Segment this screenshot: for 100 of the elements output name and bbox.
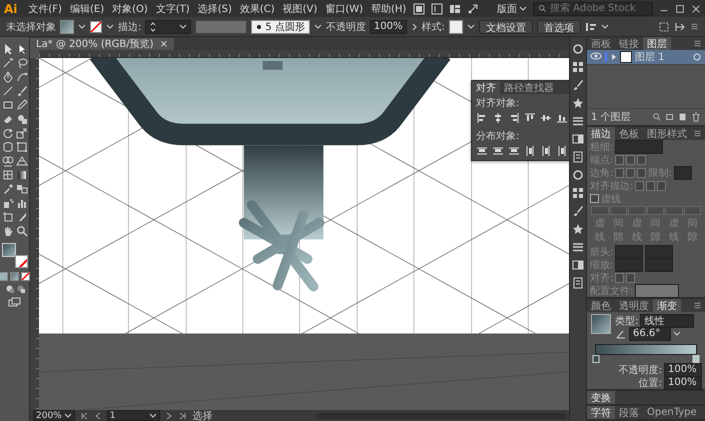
align-center-icon[interactable]: [492, 112, 504, 124]
angle-field[interactable]: 66.6°: [629, 326, 671, 340]
last-artboard-icon[interactable]: [178, 410, 188, 420]
align-top-icon[interactable]: [524, 112, 536, 124]
blend-icon[interactable]: [16, 183, 28, 195]
fill-color-swatch[interactable]: [2, 243, 16, 257]
pencil-icon[interactable]: [16, 99, 28, 111]
next-artboard-icon[interactable]: [164, 410, 174, 420]
panel-tab[interactable]: 段落: [615, 406, 643, 419]
fill-swatch[interactable]: [60, 20, 74, 34]
document-tab[interactable]: La* @ 200% (RGB/预览) ×: [30, 38, 174, 50]
tab-close-button[interactable]: ×: [160, 38, 168, 50]
panel-menu-icon[interactable]: [693, 39, 702, 48]
variable-width-field[interactable]: [195, 20, 248, 34]
panel-tab[interactable]: 图层: [643, 37, 671, 50]
rectangle-icon[interactable]: [2, 99, 14, 111]
distribute-left-icon[interactable]: [524, 145, 536, 157]
stroke-lines-icon[interactable]: [572, 115, 584, 127]
curve-pen-icon[interactable]: [16, 71, 28, 83]
style-swatch[interactable]: [448, 20, 463, 34]
isolate-icon[interactable]: [658, 20, 670, 32]
line-icon[interactable]: [2, 85, 14, 97]
artboard-field[interactable]: 1: [106, 410, 160, 421]
new-sublayer-icon[interactable]: [665, 112, 675, 122]
distribute-right-icon[interactable]: [556, 145, 568, 157]
search-field[interactable]: 搜索 Adobe Stock: [533, 2, 653, 16]
eyedropper-icon[interactable]: [2, 183, 14, 195]
transform-options-icon[interactable]: [674, 20, 686, 32]
previous-artboard-icon[interactable]: [92, 410, 103, 420]
first-artboard-icon[interactable]: [78, 410, 89, 420]
trash-icon[interactable]: [691, 112, 701, 122]
distribute-middle-icon[interactable]: [540, 145, 552, 157]
target-circle-icon[interactable]: [692, 52, 702, 62]
gradient-mode-swatch[interactable]: [10, 272, 19, 281]
panel-tab[interactable]: 渐变: [653, 299, 681, 312]
draw-normal-icon[interactable]: [4, 284, 14, 293]
perspective-grid-icon[interactable]: [16, 155, 28, 167]
zoom-field[interactable]: 200%: [33, 410, 75, 421]
panel-tab[interactable]: 变换: [587, 391, 615, 404]
align-right-icon[interactable]: [508, 112, 520, 124]
pen-icon[interactable]: [2, 71, 14, 83]
align-left-icon[interactable]: [476, 112, 488, 124]
bar-chart-icon[interactable]: [16, 197, 28, 209]
color-mode-swatch[interactable]: [0, 272, 8, 281]
draw-behind-icon[interactable]: [16, 284, 24, 293]
spray-icon[interactable]: [2, 197, 14, 209]
shape-builder-icon[interactable]: [2, 155, 14, 167]
warp-icon[interactable]: [2, 141, 14, 153]
panel-menu-icon[interactable]: [690, 22, 699, 31]
gradient-slider[interactable]: [595, 344, 697, 355]
gradient-swatch[interactable]: [591, 314, 611, 334]
panel-menu-icon[interactable]: [693, 301, 702, 310]
brush-icon[interactable]: [16, 85, 28, 97]
panel-tab[interactable]: OpenType: [643, 406, 701, 419]
expand-triangle-icon[interactable]: [610, 53, 617, 61]
panel-tab[interactable]: 画板: [587, 37, 615, 50]
free-transform-icon[interactable]: [16, 141, 28, 153]
menu-item[interactable]: 帮助(H): [370, 2, 408, 16]
eraser-icon[interactable]: [2, 113, 14, 125]
align-middle-icon[interactable]: [540, 112, 552, 124]
menu-item[interactable]: 效果(C): [238, 2, 276, 16]
align-options-icon[interactable]: [584, 20, 597, 32]
artboard-icon[interactable]: [2, 211, 14, 223]
distribute-center-icon[interactable]: [492, 145, 504, 157]
brush-dropdown[interactable]: 5 点圆形: [251, 20, 310, 34]
new-layer-icon[interactable]: [678, 112, 688, 122]
menu-item[interactable]: 文字(T): [154, 2, 191, 16]
menu-item[interactable]: 视图(V): [282, 2, 318, 16]
close-icon[interactable]: [691, 4, 701, 14]
gradient-type-dropdown[interactable]: 线性: [640, 314, 694, 328]
location-field[interactable]: 100%: [664, 376, 702, 390]
menu-item[interactable]: 窗口(W): [324, 2, 364, 16]
panel-tab[interactable]: 对齐: [472, 81, 500, 94]
mesh-icon[interactable]: [2, 169, 14, 181]
maximize-icon[interactable]: [675, 4, 685, 14]
distribute-top-icon[interactable]: [476, 145, 488, 157]
toolbar-button[interactable]: 文档设置: [478, 20, 533, 34]
brush-icon[interactable]: [572, 79, 584, 91]
panel-tab[interactable]: 路径查找器: [500, 81, 558, 94]
eye-icon[interactable]: [590, 50, 602, 62]
lasso-icon[interactable]: [16, 57, 28, 69]
symbol-icon[interactable]: [572, 97, 584, 109]
menu-item[interactable]: 选择(S): [196, 2, 233, 16]
menu-item[interactable]: 对象(O): [111, 2, 149, 16]
search-icon[interactable]: [652, 112, 662, 122]
arrange-documents-icon[interactable]: [449, 2, 462, 14]
panel-tab[interactable]: 颜色: [587, 299, 615, 312]
shapes-icon[interactable]: [16, 113, 28, 125]
color-wheel-icon[interactable]: [572, 43, 584, 55]
magic-wand-icon[interactable]: [2, 57, 14, 69]
opacity-field[interactable]: 100%: [664, 362, 702, 376]
panel-tab[interactable]: 链接: [615, 37, 643, 50]
screen-mode-icon[interactable]: [8, 296, 21, 308]
workspace-switcher[interactable]: 版面: [497, 2, 517, 16]
panel-tab[interactable]: 字符: [587, 406, 615, 419]
panel-tab[interactable]: 透明度: [615, 299, 653, 312]
align-bottom-icon[interactable]: [556, 112, 568, 124]
menu-item[interactable]: 文件(F): [27, 2, 63, 16]
no-stroke-swatch-icon[interactable]: [90, 20, 102, 32]
none-mode-icon[interactable]: [21, 272, 30, 281]
